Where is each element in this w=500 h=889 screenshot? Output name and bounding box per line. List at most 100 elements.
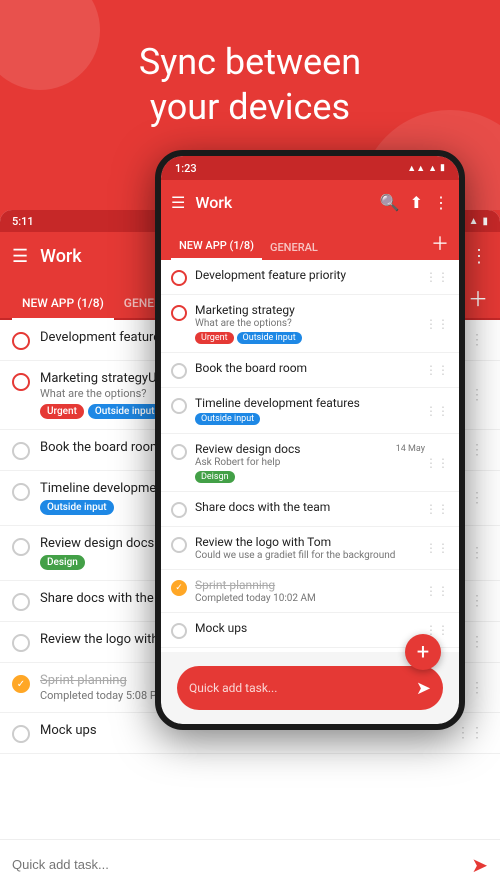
phone-drag-6[interactable]: ⋮⋮: [425, 502, 449, 516]
phone-quick-add-placeholder: Quick add task...: [189, 681, 408, 695]
phone-send-button[interactable]: ➤: [416, 678, 431, 699]
tag-outside-input-4: Outside input: [40, 500, 114, 515]
phone-task-title-6: Share docs with the team: [195, 500, 425, 514]
phone-add-tab-button[interactable]: ＋: [431, 230, 449, 260]
phone-tabs: NEW APP (1/8) GENERAL ＋: [161, 224, 459, 260]
phone-menu-icon[interactable]: ☰: [171, 193, 185, 212]
phone-drag-3[interactable]: ⋮⋮: [425, 363, 449, 377]
tag-urgent: Urgent: [40, 404, 84, 419]
phone-task-title-3: Book the board room: [195, 361, 425, 375]
phone-search-icon[interactable]: 🔍: [380, 193, 400, 212]
tablet-send-button[interactable]: ➤: [471, 853, 488, 877]
phone-status-bar: 1:23 ▲▲ ▲ ▮: [161, 156, 459, 180]
phone-circle-2[interactable]: [171, 305, 187, 321]
phone-task-list: Development feature priority ⋮⋮ Marketin…: [161, 260, 459, 652]
phone-task-content-3: Book the board room: [195, 361, 425, 375]
phone-drag-5[interactable]: ⋮⋮: [425, 456, 449, 470]
phone-tag-outside-4: Outside input: [195, 413, 260, 425]
phone-tab-general[interactable]: GENERAL: [262, 235, 326, 260]
phone-battery-icon: ▮: [440, 163, 445, 173]
phone-circle-4[interactable]: [171, 398, 187, 414]
phone-fab-button[interactable]: +: [405, 634, 441, 670]
phone-drag-1[interactable]: ⋮⋮: [425, 270, 449, 284]
list-item: Development feature priority ⋮⋮: [161, 260, 459, 295]
phone-task-content-5: Review design docs Ask Robert for help D…: [195, 442, 394, 483]
phone-drag-8[interactable]: ⋮⋮: [425, 584, 449, 598]
phone-circle-8[interactable]: ✓: [171, 580, 187, 596]
phone-circle-6[interactable]: [171, 502, 187, 518]
phone-drag-7[interactable]: ⋮⋮: [425, 541, 449, 555]
phone-drag-4[interactable]: ⋮⋮: [425, 404, 449, 418]
task-circle-4[interactable]: [12, 483, 30, 501]
task-circle-7[interactable]: [12, 634, 30, 652]
list-item: Timeline development features Outside in…: [161, 388, 459, 434]
phone-circle-1[interactable]: [171, 270, 187, 286]
phone-app-title: Work: [195, 193, 369, 212]
phone-drag-2[interactable]: ⋮⋮: [425, 317, 449, 331]
add-tab-button[interactable]: ＋: [468, 283, 488, 318]
phone-frame: 1:23 ▲▲ ▲ ▮ ☰ Work 🔍 ⬆ ⋮ NEW APP (1/8) G…: [155, 150, 465, 730]
task-circle-9[interactable]: [12, 725, 30, 743]
list-item: Review design docs Ask Robert for help D…: [161, 434, 459, 492]
phone-signal-icon: ▲▲: [407, 163, 425, 174]
phone-circle-5[interactable]: [171, 444, 187, 460]
phone-app-bar: ☰ Work 🔍 ⬆ ⋮: [161, 180, 459, 224]
phone-task-content-7: Review the logo with Tom Could we use a …: [195, 535, 425, 561]
task-circle-8[interactable]: ✓: [12, 675, 30, 693]
phone-task-title-9: Mock ups: [195, 621, 425, 635]
list-item: ✓ Sprint planning Completed today 10:02 …: [161, 570, 459, 613]
phone-task-content-2: Marketing strategy What are the options?…: [195, 303, 425, 344]
phone-wifi-icon: ▲: [428, 163, 437, 174]
battery-icon: ▮: [482, 216, 488, 227]
phone-task-sub-8: Completed today 10:02 AM: [195, 593, 425, 604]
phone-task-sub-5: Ask Robert for help: [195, 457, 394, 468]
phone-tags-4: Outside input: [195, 413, 425, 425]
task-circle-5[interactable]: [12, 538, 30, 556]
task-circle-2[interactable]: [12, 373, 30, 391]
tag-design: Design: [40, 555, 85, 570]
phone-time: 1:23: [175, 162, 197, 175]
tag-outside-input: Outside input: [88, 404, 162, 419]
phone-share-icon[interactable]: ⬆: [410, 193, 423, 212]
phone-circle-3[interactable]: [171, 363, 187, 379]
menu-icon[interactable]: ☰: [12, 246, 28, 267]
phone-tag-design: Deisgn: [195, 471, 235, 483]
phone-task-content-4: Timeline development features Outside in…: [195, 396, 425, 425]
tab-new-app[interactable]: NEW APP (1/8): [12, 288, 114, 320]
phone-tag-outside: Outside input: [237, 332, 302, 344]
phone-quick-add-bar: Quick add task... ➤: [177, 666, 443, 710]
phone-task-title-4: Timeline development features: [195, 396, 425, 410]
more-icon[interactable]: ⋮: [470, 246, 488, 267]
phone-task-sub-7: Could we use a gradiet fill for the back…: [195, 550, 425, 561]
task-circle-3[interactable]: [12, 442, 30, 460]
tablet-quick-add-input[interactable]: [12, 857, 463, 872]
phone-task-title-2: Marketing strategy: [195, 303, 425, 317]
phone-task-date-5: 14 May: [396, 444, 425, 454]
phone-tag-urgent: Urgent: [195, 332, 234, 344]
task-circle-6[interactable]: [12, 593, 30, 611]
phone-circle-7[interactable]: [171, 537, 187, 553]
drag-handle-9[interactable]: ⋮⋮: [452, 723, 488, 743]
task-circle-1[interactable]: [12, 332, 30, 350]
phone-more-icon[interactable]: ⋮: [433, 193, 449, 212]
phone-task-content-8: Sprint planning Completed today 10:02 AM: [195, 578, 425, 604]
phone-task-content-1: Development feature priority: [195, 268, 425, 282]
phone-task-title-8: Sprint planning: [195, 578, 425, 592]
phone-task-title-5: Review design docs: [195, 442, 394, 456]
hero-title: Sync between your devices: [20, 40, 480, 130]
list-item: Book the board room ⋮⋮: [161, 353, 459, 388]
phone-task-title-7: Review the logo with Tom: [195, 535, 425, 549]
tablet-quick-add-bar: ➤: [0, 839, 500, 889]
wifi-icon: ▲: [469, 216, 479, 227]
phone-task-sub-2: What are the options?: [195, 318, 425, 329]
phone-tags-5: Deisgn: [195, 471, 394, 483]
phone-task-title-1: Development feature priority: [195, 268, 425, 282]
list-item: Share docs with the team ⋮⋮: [161, 492, 459, 527]
list-item: Marketing strategy What are the options?…: [161, 295, 459, 353]
phone-tab-new-app[interactable]: NEW APP (1/8): [171, 233, 262, 260]
phone-status-icons: ▲▲ ▲ ▮: [407, 163, 445, 174]
phone-circle-9[interactable]: [171, 623, 187, 639]
phone-task-content-6: Share docs with the team: [195, 500, 425, 514]
phone-tags-2: Urgent Outside input: [195, 332, 425, 344]
phone-inner: 1:23 ▲▲ ▲ ▮ ☰ Work 🔍 ⬆ ⋮ NEW APP (1/8) G…: [161, 156, 459, 724]
